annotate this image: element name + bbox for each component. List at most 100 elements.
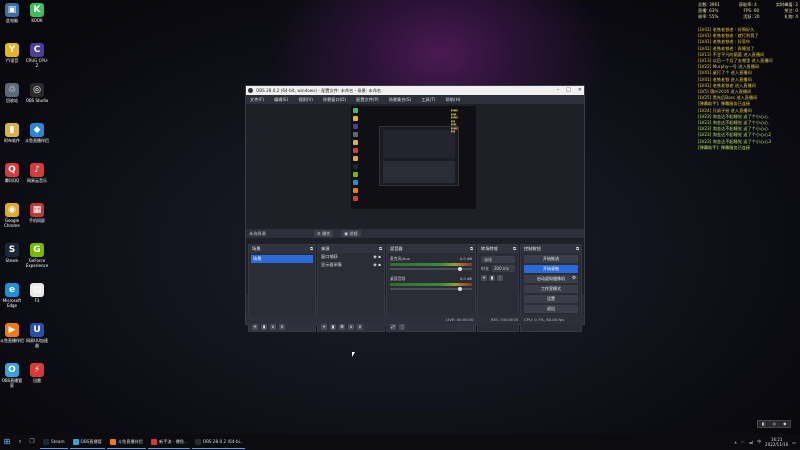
desktop-icon-label: Microsoft Edge bbox=[2, 298, 22, 308]
properties-button[interactable]: ⚙ 属性 bbox=[314, 230, 334, 237]
tray-app-icon[interactable]: ◧ bbox=[762, 421, 766, 427]
taskbar-task[interactable]: Steam bbox=[40, 435, 68, 449]
dock-float-icon[interactable]: ⧉ bbox=[513, 245, 516, 253]
app-icon: ▶ bbox=[5, 323, 19, 337]
clock-date: 2022/11/16 bbox=[765, 442, 789, 447]
mixer-dock-header: 混音器 ⧉ bbox=[387, 245, 475, 253]
menu-item[interactable]: 停靠窗口(D) bbox=[323, 95, 346, 104]
desktop-icon[interactable]: G GeForce Experience bbox=[25, 243, 49, 268]
gear-icon[interactable]: ⚙ bbox=[572, 275, 576, 283]
rec-status: REC: 00:00:00 bbox=[491, 317, 519, 322]
volume-slider[interactable] bbox=[390, 267, 472, 271]
remove-scene-button[interactable]: ▮ bbox=[261, 323, 267, 330]
desktop-icon[interactable]: ▮ 阿布软件 bbox=[0, 123, 24, 143]
ime-icon[interactable]: 中 bbox=[757, 439, 761, 445]
scene-list-item[interactable]: 场景 bbox=[251, 255, 313, 263]
volume-meter bbox=[390, 263, 472, 266]
transition-menu-icon[interactable]: ⋮ bbox=[497, 275, 503, 281]
start-streaming-button[interactable]: 开始推流 bbox=[524, 255, 578, 263]
visibility-eye-icon[interactable]: ◉ ▪ bbox=[373, 253, 381, 261]
taskbar-task[interactable]: 新手流 - 爆鱼.. bbox=[148, 435, 190, 449]
desktop-icon[interactable]: ◆ 斗鱼直播伴侣 bbox=[25, 123, 49, 143]
tray-expand-icon[interactable]: ∧ bbox=[734, 440, 737, 445]
start-recording-button[interactable]: 开始录制 bbox=[524, 265, 578, 273]
app-icon: C bbox=[30, 43, 44, 57]
obs-preview-area[interactable]: ▮▮▮▮▮ ▮▮▮▮ ▮▮▮▮▮ ▮▮▮ ▮▮▮▮ ▮▮▮▮▮ ▮▮▮ 未选择源 ⚙ 属性 … bbox=[246, 104, 584, 332]
desktop-icon[interactable]: K KOOK bbox=[25, 3, 49, 23]
taskbar-task[interactable]: OBS 28.0.2 (64-bi.. bbox=[191, 435, 246, 449]
volume-slider[interactable] bbox=[390, 287, 472, 291]
desktop-icon[interactable]: ♪ 网易云音乐 bbox=[25, 163, 49, 183]
transition-type-select[interactable]: 淡化 bbox=[481, 256, 515, 263]
search-icon[interactable]: ⌕ bbox=[14, 434, 26, 450]
maximize-icon[interactable]: □ bbox=[566, 86, 571, 95]
slider-knob[interactable] bbox=[458, 287, 462, 291]
source-name: 显示器采集 bbox=[321, 262, 342, 267]
move-up-button[interactable]: ∧ bbox=[270, 323, 276, 330]
mixer-menu-icon[interactable]: ⋮ bbox=[399, 323, 405, 330]
desktop-icon[interactable]: Y YY语音 bbox=[0, 43, 24, 63]
network-icon[interactable]: ◠ bbox=[741, 440, 745, 445]
source-list-item[interactable]: 显示器采集 ◉ ▪ bbox=[318, 261, 384, 269]
visibility-eye-icon[interactable]: ◉ ▪ bbox=[373, 261, 381, 269]
desktop-icon[interactable]: S Steam bbox=[0, 243, 24, 263]
desktop-icon[interactable]: e Microsoft Edge bbox=[0, 283, 24, 308]
dock-float-icon[interactable]: ⧉ bbox=[310, 245, 313, 253]
settings-button[interactable]: 设置 bbox=[524, 295, 578, 303]
volume-icon[interactable]: ◄) bbox=[749, 440, 754, 445]
source-list-item[interactable]: 窗口捕获 ◉ ▪ bbox=[318, 253, 384, 261]
move-up-button[interactable]: ∧ bbox=[348, 323, 354, 330]
tray-app-icon[interactable]: ◎ bbox=[773, 421, 777, 427]
desktop-icon[interactable]: ▣ 此电脑 bbox=[0, 3, 24, 23]
desktop-icon[interactable]: ◎ OBS Studio bbox=[25, 83, 49, 103]
minimize-icon[interactable]: – bbox=[557, 86, 560, 95]
remove-transition-button[interactable]: ▮ bbox=[489, 275, 495, 281]
menu-item[interactable]: 视图(V) bbox=[298, 95, 313, 104]
virtual-camera-button[interactable]: 启动虚拟摄像机 ⚙ bbox=[524, 275, 578, 283]
windows-start-icon[interactable]: ⊞ bbox=[0, 434, 14, 450]
dock-float-icon[interactable]: ⧉ bbox=[379, 245, 382, 253]
slider-knob[interactable] bbox=[458, 267, 462, 271]
dock-float-icon[interactable]: ⧉ bbox=[470, 245, 473, 253]
app-icon: K bbox=[30, 3, 44, 17]
menu-item[interactable]: 文件(F) bbox=[250, 95, 264, 104]
menu-item[interactable]: 配置文件(P) bbox=[356, 95, 379, 104]
desktop-icon[interactable]: O OBS直播管家 bbox=[0, 363, 24, 388]
menu-item[interactable]: 帮助(H) bbox=[446, 95, 461, 104]
obs-title-bar[interactable]: OBS 28.0.2 (64-bit, windows) - 配置文件: 未命名… bbox=[246, 86, 584, 95]
taskbar-task[interactable]: OBS直播管 bbox=[69, 435, 105, 449]
desktop-icon[interactable]: ♲ 回收站 bbox=[0, 83, 24, 103]
duration-input[interactable]: 300 ms bbox=[492, 265, 515, 272]
notification-icon[interactable]: ▭ bbox=[792, 440, 796, 445]
desktop-icon[interactable]: ▦ 手机同屏 bbox=[25, 203, 49, 223]
task-view-icon[interactable]: ❐ bbox=[26, 434, 38, 450]
filters-button[interactable]: ▣ 滤镜 bbox=[341, 230, 361, 237]
move-down-button[interactable]: ∨ bbox=[279, 323, 285, 330]
taskbar-task[interactable]: 斗鱼直播伴侣 bbox=[106, 435, 146, 449]
add-transition-button[interactable]: + bbox=[481, 275, 487, 281]
desktop-icon[interactable]: C CRUG CPU-Z bbox=[25, 43, 49, 68]
tray-app-icon[interactable]: ◆ bbox=[783, 421, 786, 427]
desktop-icon[interactable]: Q 腾讯QQ bbox=[0, 163, 24, 183]
mixer-link-icon[interactable]: ⤢ bbox=[390, 323, 396, 330]
menu-item[interactable]: 场景集合(S) bbox=[389, 95, 412, 104]
add-source-button[interactable]: + bbox=[321, 323, 327, 330]
desktop-icon[interactable]: ⚡ 迅雷 bbox=[25, 363, 49, 383]
desktop-icon[interactable]: ▶ 斗鱼直播伴侣 bbox=[0, 323, 24, 343]
add-scene-button[interactable]: + bbox=[252, 323, 258, 330]
close-icon[interactable]: ✕ bbox=[578, 86, 582, 95]
app-icon: ▣ bbox=[5, 3, 19, 17]
menu-item[interactable]: 编辑(E) bbox=[274, 95, 288, 104]
desktop-icon[interactable]: ◉ Google Chrome bbox=[0, 203, 24, 228]
move-down-button[interactable]: ∨ bbox=[357, 323, 363, 330]
taskbar-clock[interactable]: 16:21 2022/11/16 bbox=[765, 437, 788, 447]
dock-float-icon[interactable]: ⧉ bbox=[576, 245, 579, 253]
desktop-icon-label: OBS Studio bbox=[25, 98, 49, 103]
desktop-icon[interactable]: U 网易UU加速器 bbox=[25, 323, 49, 348]
exit-button[interactable]: 退出 bbox=[524, 305, 578, 313]
source-settings-button[interactable]: ⚙ bbox=[339, 323, 345, 330]
studio-mode-button[interactable]: 工作室模式 bbox=[524, 285, 578, 293]
desktop-icon[interactable]: ▤ F3 bbox=[25, 283, 49, 303]
remove-source-button[interactable]: ▮ bbox=[330, 323, 336, 330]
menu-item[interactable]: 工具(T) bbox=[421, 95, 435, 104]
